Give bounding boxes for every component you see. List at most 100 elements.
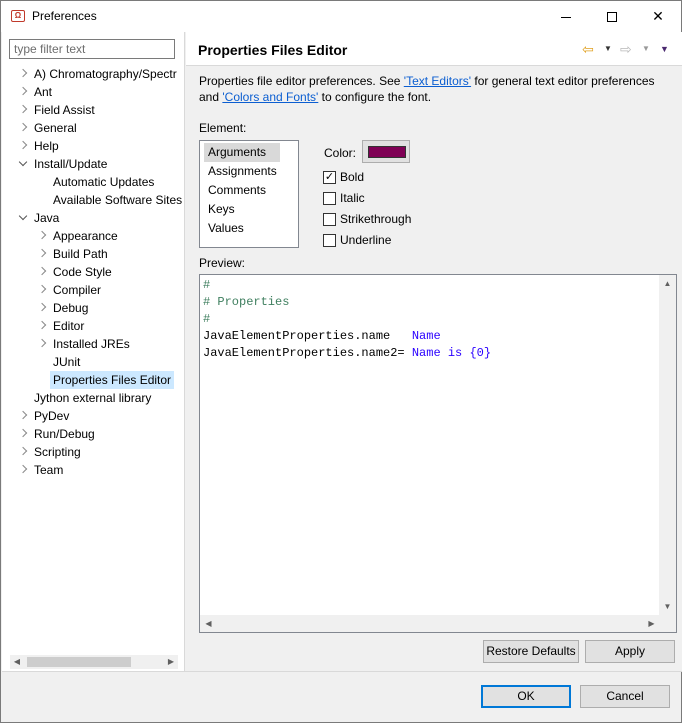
element-list-item[interactable]: Comments xyxy=(204,181,270,200)
tree-item[interactable]: Build Path xyxy=(2,245,185,263)
back-dropdown-icon[interactable]: ▼ xyxy=(604,41,612,57)
color-swatch xyxy=(368,146,406,158)
tree-item-label: PyDev xyxy=(34,409,70,423)
element-list-item[interactable]: Keys xyxy=(204,200,239,219)
tree-item[interactable]: Code Style xyxy=(2,263,185,281)
minimize-button[interactable] xyxy=(543,1,589,32)
tree-item[interactable]: Editor xyxy=(2,317,185,335)
element-list-item[interactable]: Assignments xyxy=(204,162,281,181)
preference-tree-panel: A) Chromatography/Spectr Ant Field Assist G… xyxy=(2,32,185,672)
cancel-button[interactable]: Cancel xyxy=(580,685,670,708)
preview-horizontal-scrollbar[interactable]: ◀ ▶ xyxy=(200,615,660,632)
filter-input[interactable] xyxy=(9,39,175,59)
tree-item[interactable]: Available Software Sites xyxy=(2,191,185,209)
scroll-right-icon[interactable]: ▶ xyxy=(164,655,178,669)
collapsed-arrow-icon[interactable] xyxy=(37,263,47,281)
tree-item[interactable]: Automatic Updates xyxy=(2,173,185,191)
collapsed-arrow-icon[interactable] xyxy=(37,245,47,263)
collapsed-arrow-icon[interactable] xyxy=(18,407,28,425)
tree-item-label: Available Software Sites xyxy=(53,193,183,207)
tree-item[interactable]: Debug xyxy=(2,299,185,317)
restore-defaults-button[interactable]: Restore Defaults xyxy=(483,640,579,663)
tree-item-label: Installed JREs xyxy=(53,337,130,351)
tree-item[interactable]: Field Assist xyxy=(2,101,185,119)
tree-item[interactable]: A) Chromatography/Spectr xyxy=(2,65,185,83)
collapsed-arrow-icon[interactable] xyxy=(37,317,47,335)
close-icon: ✕ xyxy=(652,8,664,24)
tree-item[interactable]: Appearance xyxy=(2,227,185,245)
scroll-right-icon[interactable]: ▶ xyxy=(643,615,660,632)
tree-item[interactable]: Help xyxy=(2,137,185,155)
dialog-separator xyxy=(2,671,682,672)
element-list-item[interactable]: Values xyxy=(204,219,248,238)
collapsed-arrow-icon[interactable] xyxy=(37,227,47,245)
forward-arrow-icon[interactable]: ⇨ xyxy=(620,41,632,57)
color-picker-button[interactable] xyxy=(362,140,410,163)
tree-item[interactable]: Compiler xyxy=(2,281,185,299)
page-title: Properties Files Editor xyxy=(198,42,348,58)
checkbox-box[interactable] xyxy=(323,192,336,205)
collapsed-arrow-icon[interactable] xyxy=(18,443,28,461)
scroll-down-icon[interactable]: ▼ xyxy=(659,598,676,615)
collapsed-arrow-icon[interactable] xyxy=(37,281,47,299)
tree-item-label: Install/Update xyxy=(34,157,108,171)
tree-item[interactable]: Scripting xyxy=(2,443,185,461)
tree-item[interactable]: Install/Update xyxy=(2,155,185,173)
page-description: Properties file editor preferences. See … xyxy=(199,73,674,105)
checkbox-label: Underline xyxy=(340,233,392,247)
checkmark-icon[interactable]: ✓ xyxy=(323,171,336,184)
collapsed-arrow-icon[interactable] xyxy=(18,425,28,443)
code-token: JavaElementProperties.name2= xyxy=(203,346,412,360)
text-editors-link[interactable]: 'Text Editors' xyxy=(404,74,471,88)
expanded-arrow-icon[interactable] xyxy=(18,209,28,227)
scroll-left-icon[interactable]: ◀ xyxy=(10,655,24,669)
element-list-item[interactable]: Arguments xyxy=(204,143,280,162)
forward-dropdown-icon[interactable]: ▼ xyxy=(642,41,650,57)
tree-item[interactable]: Installed JREs xyxy=(2,335,185,353)
tree-item[interactable]: JUnit xyxy=(2,353,185,371)
collapsed-arrow-icon[interactable] xyxy=(37,335,47,353)
checkbox-box[interactable] xyxy=(323,234,336,247)
tree-item[interactable]: Jython external library xyxy=(2,389,185,407)
scroll-left-icon[interactable]: ◀ xyxy=(200,615,217,632)
tree-item[interactable]: General xyxy=(2,119,185,137)
tree-item-label: General xyxy=(34,121,77,135)
ok-button[interactable]: OK xyxy=(481,685,571,708)
apply-button[interactable]: Apply xyxy=(585,640,675,663)
preview-code-line: JavaElementProperties.name Name xyxy=(203,328,441,345)
window-title: Preferences xyxy=(32,9,97,23)
maximize-button[interactable] xyxy=(589,1,635,32)
tree-item-label: Field Assist xyxy=(34,103,95,117)
colors-and-fonts-link[interactable]: 'Colors and Fonts' xyxy=(222,90,318,104)
tree-item[interactable]: Java xyxy=(2,209,185,227)
tree-horizontal-scrollbar[interactable]: ◀ ▶ xyxy=(10,655,178,669)
code-token: Name xyxy=(411,329,441,343)
tree-item[interactable]: Properties Files Editor xyxy=(2,371,185,389)
view-menu-icon[interactable]: ▼ xyxy=(660,41,669,57)
scrollbar-thumb[interactable] xyxy=(27,657,131,667)
preview-editor[interactable]: ▲ ▼ ◀ ▶ # # Properties # JavaElementPropert… xyxy=(199,274,677,633)
collapsed-arrow-icon[interactable] xyxy=(18,101,28,119)
collapsed-arrow-icon[interactable] xyxy=(18,83,28,101)
element-list[interactable]: Arguments Assignments Comments Keys Values xyxy=(199,140,299,248)
tree-item[interactable]: Ant xyxy=(2,83,185,101)
collapsed-arrow-icon[interactable] xyxy=(18,65,28,83)
tree-item[interactable]: Team xyxy=(2,461,185,479)
tree-item-label: Code Style xyxy=(53,265,112,279)
scroll-up-icon[interactable]: ▲ xyxy=(659,275,676,292)
collapsed-arrow-icon[interactable] xyxy=(18,137,28,155)
tree-item-label: Compiler xyxy=(53,283,102,297)
tree-item[interactable]: PyDev xyxy=(2,407,185,425)
tree-item[interactable]: Run/Debug xyxy=(2,425,185,443)
expanded-arrow-icon[interactable] xyxy=(18,155,28,173)
collapsed-arrow-icon[interactable] xyxy=(37,299,47,317)
collapsed-arrow-icon[interactable] xyxy=(18,461,28,479)
close-button[interactable]: ✕ xyxy=(635,1,681,32)
collapsed-arrow-icon[interactable] xyxy=(18,119,28,137)
back-arrow-icon[interactable]: ⇦ xyxy=(582,41,594,57)
preview-vertical-scrollbar[interactable]: ▲ ▼ xyxy=(659,275,676,615)
code-token: Name is {0} xyxy=(411,346,492,360)
title-bar[interactable]: Ω Preferences ✕ xyxy=(1,1,681,32)
checkbox-box[interactable] xyxy=(323,213,336,226)
tree-item-label: Ant xyxy=(34,85,53,99)
